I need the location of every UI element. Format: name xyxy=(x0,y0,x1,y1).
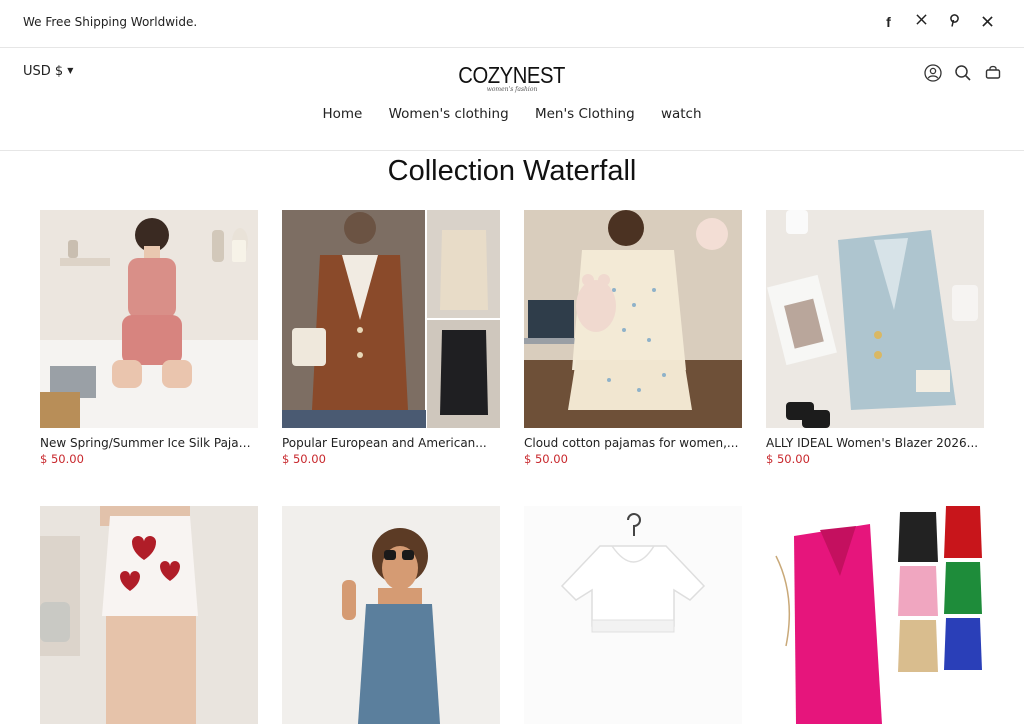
nav-home[interactable]: Home xyxy=(322,106,362,122)
cart-icon[interactable] xyxy=(984,64,1002,82)
product-price: $ 50.00 xyxy=(524,452,568,466)
facebook-icon[interactable]: f xyxy=(872,14,905,31)
product-image[interactable] xyxy=(40,210,258,428)
product-price: $ 50.00 xyxy=(766,452,810,466)
announcement-bar: We Free Shipping Worldwide. f xyxy=(0,0,1024,48)
product-image[interactable] xyxy=(282,210,500,428)
product-title[interactable]: ALLY IDEAL Women's Blazer 2026... xyxy=(766,436,984,450)
product-card[interactable]: New Spring/Summer Ice Silk Pajama... $ 5… xyxy=(40,210,258,466)
product-card[interactable]: Popular European and American... $ 50.00 xyxy=(282,210,500,466)
product-card[interactable] xyxy=(40,506,258,724)
product-image[interactable] xyxy=(766,210,984,428)
product-image[interactable] xyxy=(282,506,500,724)
site-logo[interactable]: COZYNEST women's fashion xyxy=(0,62,1024,93)
nav-mens-clothing[interactable]: Men's Clothing xyxy=(535,106,635,122)
close-icon[interactable] xyxy=(971,14,1004,31)
search-icon[interactable] xyxy=(954,64,972,82)
product-image[interactable] xyxy=(766,506,984,724)
product-title[interactable]: Cloud cotton pajamas for women,... xyxy=(524,436,742,450)
product-card[interactable]: Cloud cotton pajamas for women,... $ 50.… xyxy=(524,210,742,466)
product-title[interactable]: Popular European and American... xyxy=(282,436,500,450)
product-title[interactable]: New Spring/Summer Ice Silk Pajama... xyxy=(40,436,258,450)
header-icons xyxy=(924,64,1002,82)
product-image[interactable] xyxy=(40,506,258,724)
nav-watch[interactable]: watch xyxy=(661,106,702,122)
collection-title: Collection Waterfall xyxy=(387,155,637,187)
product-card[interactable]: ALLY IDEAL Women's Blazer 2026... $ 50.0… xyxy=(766,210,984,466)
product-price: $ 50.00 xyxy=(40,452,84,466)
product-image[interactable] xyxy=(524,506,742,724)
main-navigation: Home Women's clothing Men's Clothing wat… xyxy=(0,106,1024,122)
social-links: f xyxy=(872,14,1004,31)
account-icon[interactable] xyxy=(924,64,942,82)
product-image[interactable] xyxy=(524,210,742,428)
logo-name: COZYNEST xyxy=(458,62,566,88)
x-twitter-icon[interactable] xyxy=(905,14,938,31)
pinterest-icon[interactable] xyxy=(938,14,971,31)
product-card[interactable] xyxy=(524,506,742,724)
product-card[interactable] xyxy=(282,506,500,724)
announcement-text: We Free Shipping Worldwide. xyxy=(23,15,198,29)
product-price: $ 50.00 xyxy=(282,452,326,466)
nav-womens-clothing[interactable]: Women's clothing xyxy=(389,106,509,122)
site-header: USD $ ▼ COZYNEST women's fashion Home Wom… xyxy=(0,48,1024,151)
product-card[interactable] xyxy=(766,506,984,724)
